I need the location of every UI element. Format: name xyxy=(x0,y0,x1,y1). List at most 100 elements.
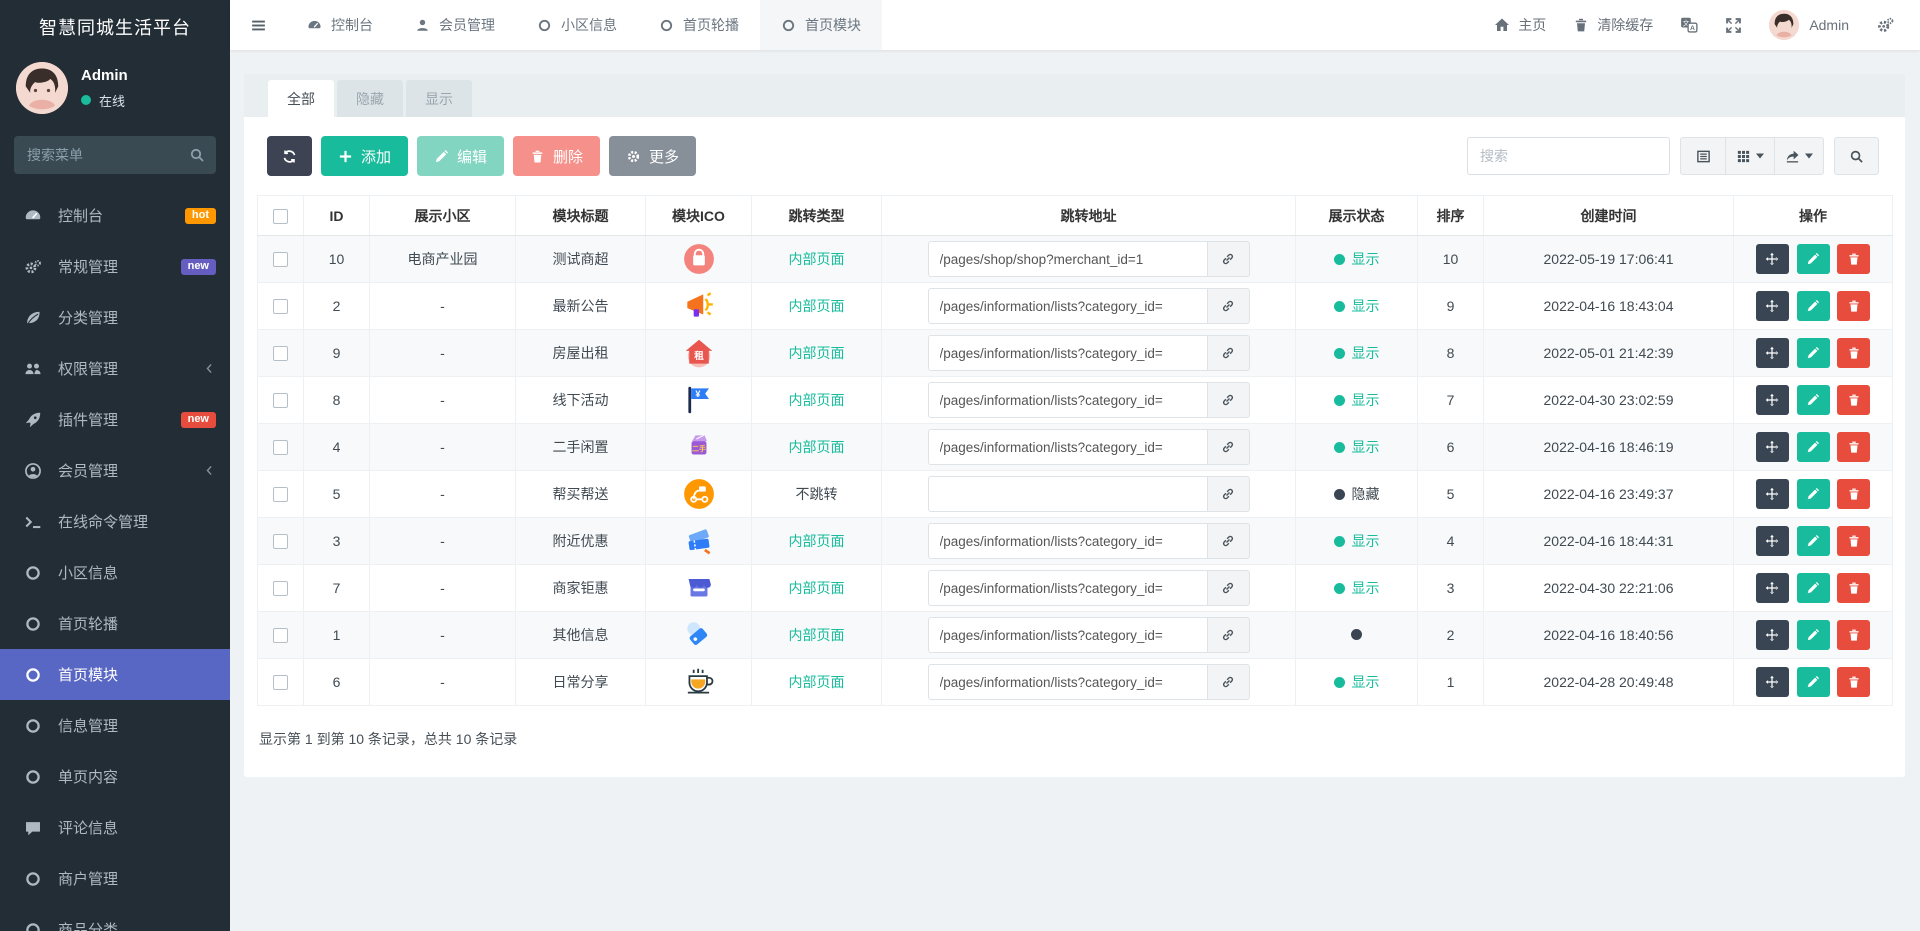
delete-row-button[interactable] xyxy=(1837,291,1871,321)
refresh-button[interactable] xyxy=(267,136,312,176)
edit-row-button[interactable] xyxy=(1796,526,1830,556)
sidebar-item-14[interactable]: 商品分类 xyxy=(0,904,230,931)
table-search-input[interactable] xyxy=(1467,137,1670,175)
link-button[interactable] xyxy=(1207,288,1250,324)
sidebar-item-10[interactable]: 信息管理 xyxy=(0,700,230,751)
delete-row-button[interactable] xyxy=(1837,338,1871,368)
drag-move-button[interactable] xyxy=(1755,385,1789,415)
delete-row-button[interactable] xyxy=(1837,244,1871,274)
clear-cache-link[interactable]: 清除缓存 xyxy=(1573,15,1653,35)
drag-move-button[interactable] xyxy=(1755,667,1789,697)
delete-row-button[interactable] xyxy=(1837,573,1871,603)
drag-move-button[interactable] xyxy=(1755,338,1789,368)
status-badge[interactable]: 隐藏 xyxy=(1333,484,1380,504)
drag-move-button[interactable] xyxy=(1755,291,1789,321)
link-button[interactable] xyxy=(1207,241,1250,277)
detail-view-icon-button[interactable] xyxy=(1680,137,1726,175)
filter-tab-2[interactable]: 显示 xyxy=(406,80,472,117)
delete-row-button[interactable] xyxy=(1837,432,1871,462)
row-checkbox[interactable] xyxy=(273,628,288,644)
jump-url-input[interactable] xyxy=(927,523,1208,559)
sidebar-item-3[interactable]: 权限管理 xyxy=(0,343,230,394)
delete-row-button[interactable] xyxy=(1837,667,1871,697)
row-checkbox[interactable] xyxy=(273,393,288,409)
more-button[interactable]: 更多 xyxy=(609,136,697,176)
sidebar-item-5[interactable]: 会员管理 xyxy=(0,445,230,496)
sidebar-item-2[interactable]: 分类管理 xyxy=(0,292,230,343)
home-link[interactable]: 主页 xyxy=(1494,15,1546,35)
status-badge[interactable]: 显示 xyxy=(1333,437,1380,457)
status-badge[interactable]: 显示 xyxy=(1333,249,1380,269)
jump-url-input[interactable] xyxy=(927,288,1208,324)
edit-button[interactable]: 编辑 xyxy=(417,136,505,176)
user-menu[interactable]: Admin xyxy=(1769,10,1849,40)
sidebar-search-input[interactable] xyxy=(14,136,216,174)
search-submit-button[interactable] xyxy=(1834,137,1879,175)
fullscreen-icon[interactable] xyxy=(1725,17,1742,34)
sidebar-item-0[interactable]: 控制台 hot xyxy=(0,190,230,241)
filter-tab-0[interactable]: 全部 xyxy=(268,80,334,117)
translate-icon[interactable]: 文A xyxy=(1680,16,1698,34)
nav-tab-4[interactable]: 首页模块 xyxy=(760,0,882,50)
edit-row-button[interactable] xyxy=(1796,432,1830,462)
sidebar-item-6[interactable]: 在线命令管理 xyxy=(0,496,230,547)
nav-tab-2[interactable]: 小区信息 xyxy=(516,0,638,50)
drag-move-button[interactable] xyxy=(1755,432,1789,462)
jump-url-input[interactable] xyxy=(927,429,1208,465)
row-checkbox[interactable] xyxy=(273,581,288,597)
link-button[interactable] xyxy=(1207,476,1250,512)
jump-url-input[interactable] xyxy=(927,664,1208,700)
row-checkbox[interactable] xyxy=(273,487,288,503)
sidebar-item-4[interactable]: 插件管理 new xyxy=(0,394,230,445)
sidebar-item-1[interactable]: 常规管理 new xyxy=(0,241,230,292)
delete-row-button[interactable] xyxy=(1837,526,1871,556)
drag-move-button[interactable] xyxy=(1755,573,1789,603)
row-checkbox[interactable] xyxy=(273,299,288,315)
edit-row-button[interactable] xyxy=(1796,244,1830,274)
status-badge[interactable]: 显示 xyxy=(1333,672,1380,692)
filter-tab-1[interactable]: 隐藏 xyxy=(337,80,403,117)
link-button[interactable] xyxy=(1207,523,1250,559)
hamburger-menu-button[interactable] xyxy=(230,0,286,50)
row-checkbox[interactable] xyxy=(273,534,288,550)
status-badge[interactable]: 显示 xyxy=(1333,343,1380,363)
drag-move-button[interactable] xyxy=(1755,620,1789,650)
jump-url-input[interactable] xyxy=(927,476,1208,512)
link-button[interactable] xyxy=(1207,335,1250,371)
link-button[interactable] xyxy=(1207,570,1250,606)
columns-grid-icon-button[interactable] xyxy=(1726,137,1775,175)
link-button[interactable] xyxy=(1207,382,1250,418)
jump-url-input[interactable] xyxy=(927,570,1208,606)
select-all-checkbox[interactable] xyxy=(273,208,288,224)
status-badge[interactable] xyxy=(1351,629,1362,640)
status-badge[interactable]: 显示 xyxy=(1333,578,1380,598)
edit-row-button[interactable] xyxy=(1796,573,1830,603)
status-badge[interactable]: 显示 xyxy=(1333,390,1380,410)
sidebar-item-12[interactable]: 评论信息 xyxy=(0,802,230,853)
status-badge[interactable]: 显示 xyxy=(1333,296,1380,316)
delete-row-button[interactable] xyxy=(1837,620,1871,650)
link-button[interactable] xyxy=(1207,617,1250,653)
sidebar-item-9[interactable]: 首页模块 xyxy=(0,649,230,700)
jump-url-input[interactable] xyxy=(927,335,1208,371)
drag-move-button[interactable] xyxy=(1755,526,1789,556)
link-button[interactable] xyxy=(1207,429,1250,465)
nav-tab-1[interactable]: 会员管理 xyxy=(394,0,516,50)
edit-row-button[interactable] xyxy=(1796,385,1830,415)
edit-row-button[interactable] xyxy=(1796,338,1830,368)
row-checkbox[interactable] xyxy=(273,675,288,691)
delete-row-button[interactable] xyxy=(1837,385,1871,415)
jump-url-input[interactable] xyxy=(927,382,1208,418)
delete-row-button[interactable] xyxy=(1837,479,1871,509)
edit-row-button[interactable] xyxy=(1796,479,1830,509)
link-button[interactable] xyxy=(1207,664,1250,700)
edit-row-button[interactable] xyxy=(1796,667,1830,697)
add-button[interactable]: 添加 xyxy=(321,136,409,176)
delete-button[interactable]: 删除 xyxy=(513,136,601,176)
settings-gears-icon[interactable] xyxy=(1876,16,1894,34)
jump-url-input[interactable] xyxy=(927,241,1208,277)
sidebar-item-13[interactable]: 商户管理 xyxy=(0,853,230,904)
edit-row-button[interactable] xyxy=(1796,291,1830,321)
row-checkbox[interactable] xyxy=(273,346,288,362)
nav-tab-0[interactable]: 控制台 xyxy=(286,0,394,50)
